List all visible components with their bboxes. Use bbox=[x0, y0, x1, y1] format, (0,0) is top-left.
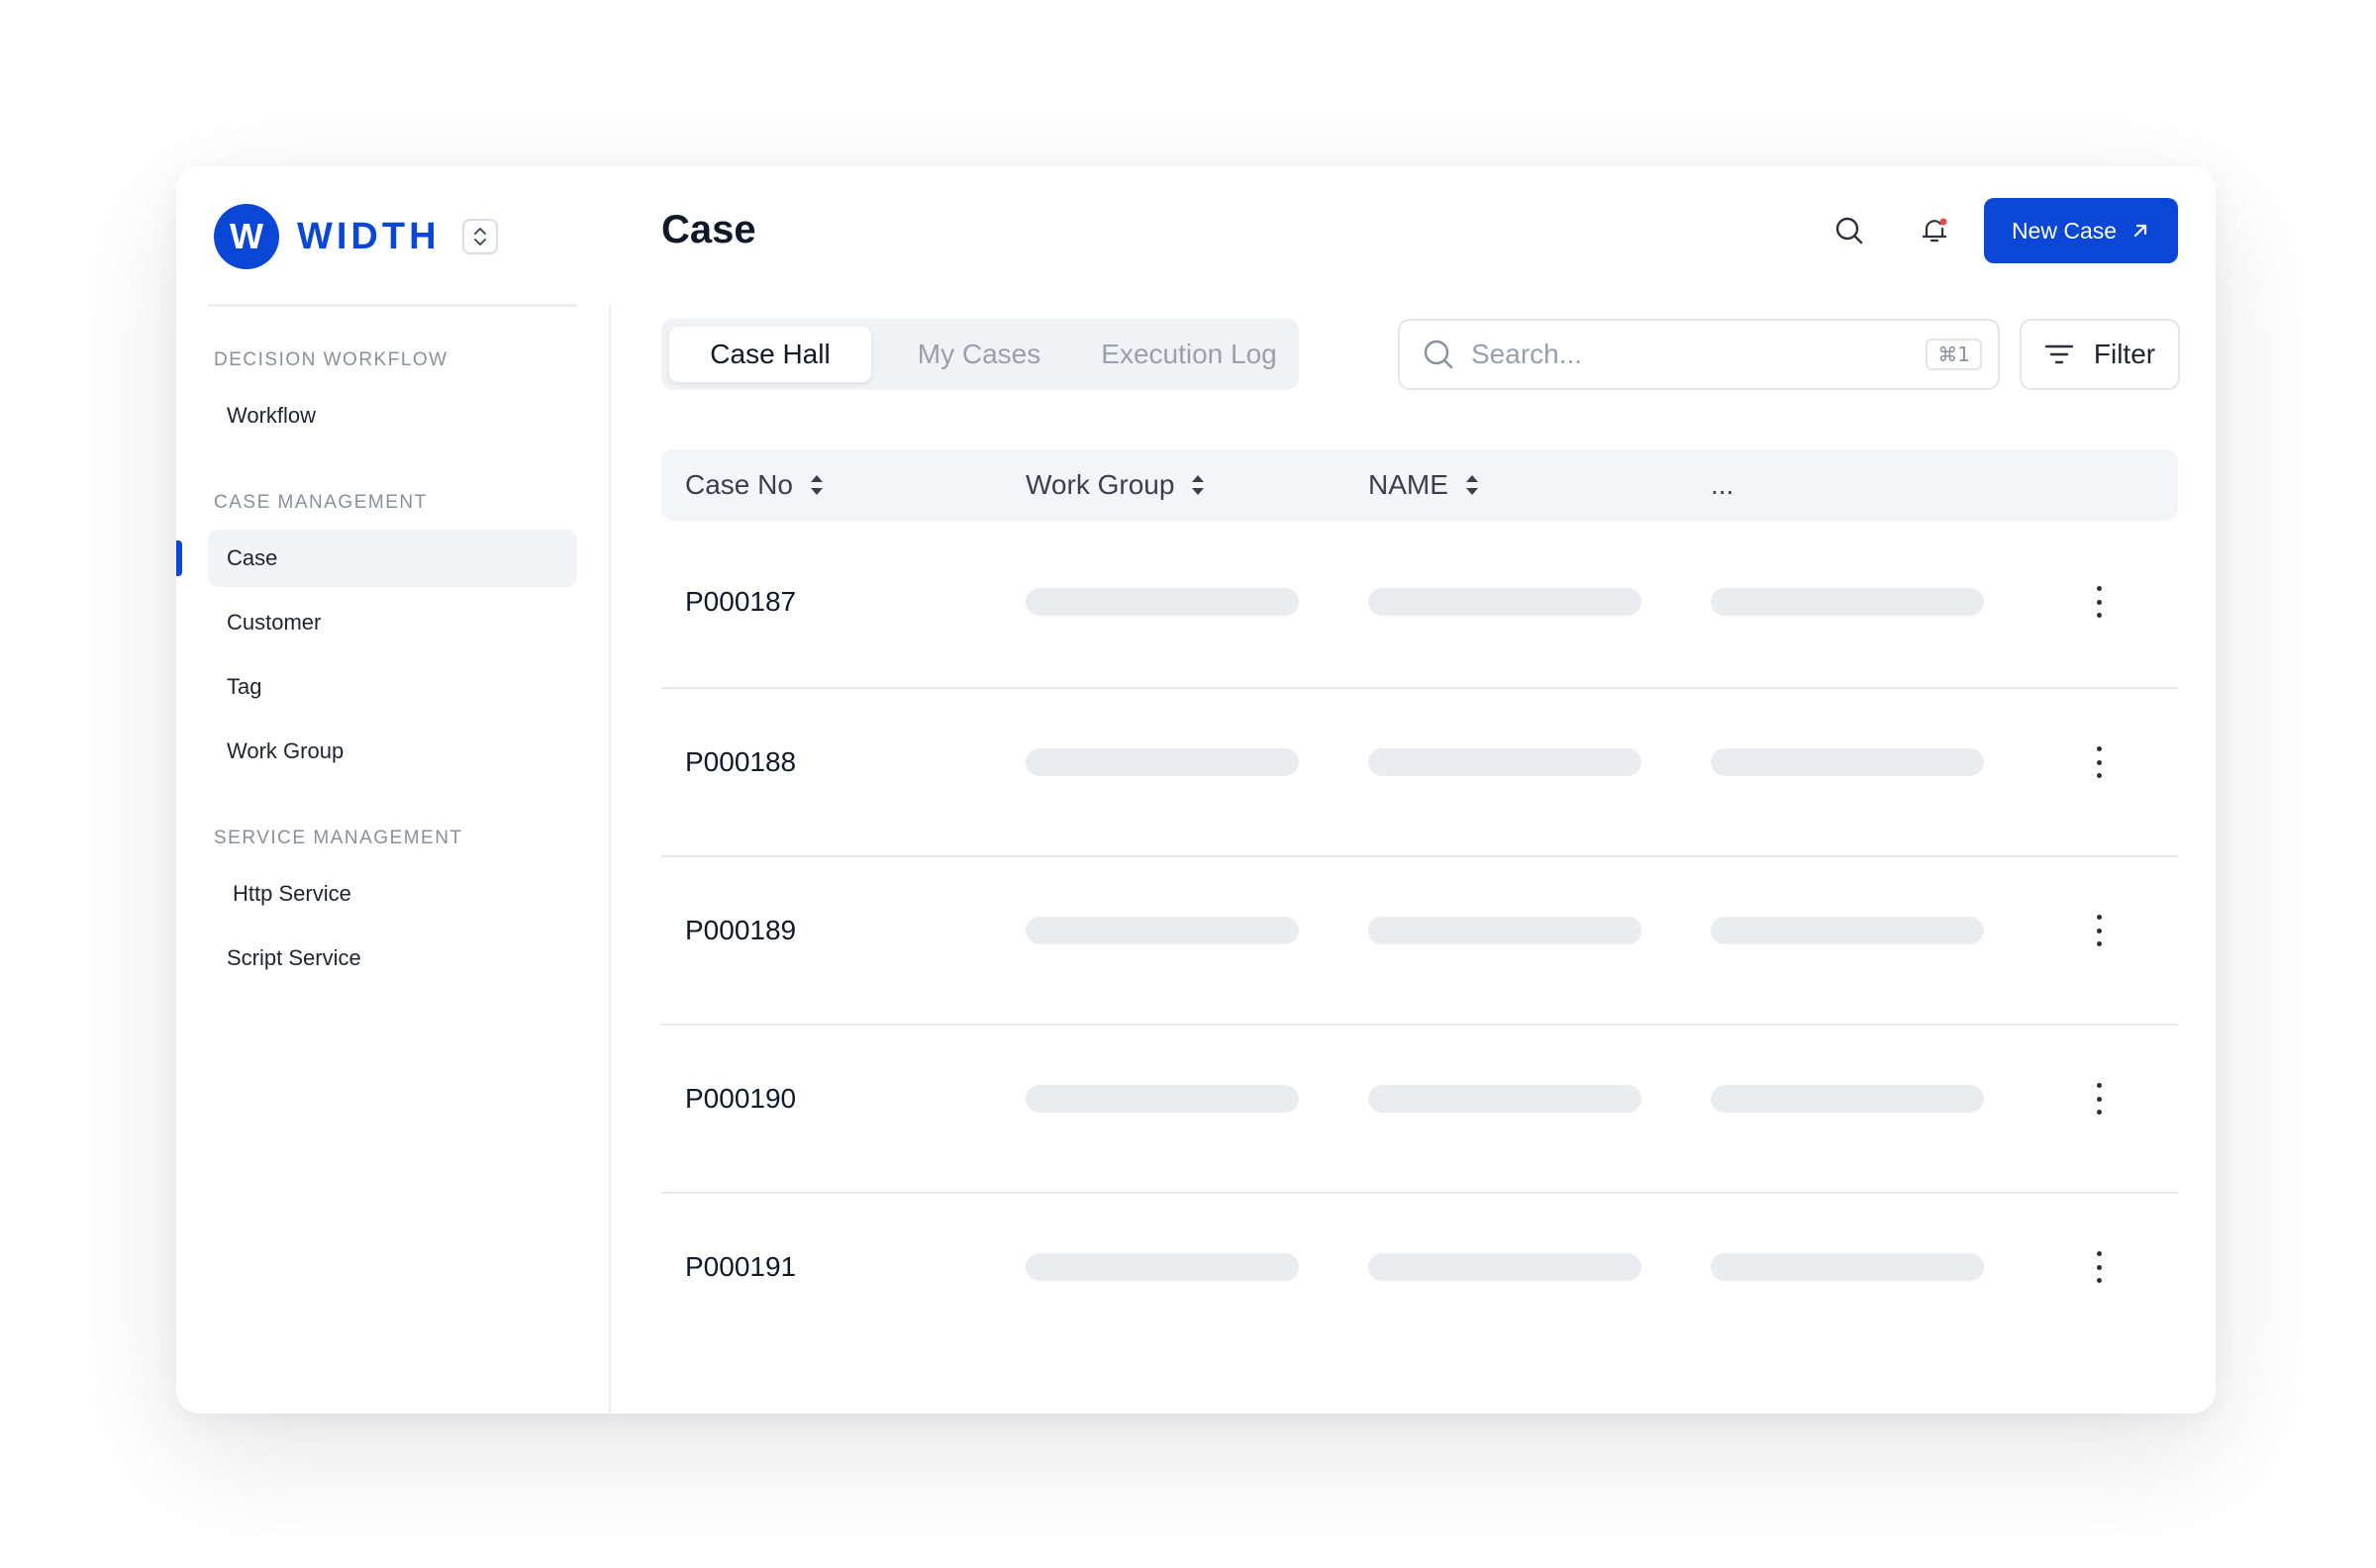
sidebar-item-script-service[interactable]: Script Service bbox=[208, 930, 577, 987]
sidebar-item-work-group[interactable]: Work Group bbox=[208, 723, 577, 780]
column-header-name[interactable]: NAME bbox=[1368, 449, 1480, 521]
page-title: Case bbox=[661, 208, 756, 251]
sidebar-border bbox=[609, 305, 611, 1414]
extra-placeholder bbox=[1711, 1253, 1984, 1281]
search-input[interactable] bbox=[1471, 339, 1927, 370]
notification-dot bbox=[1939, 218, 1947, 226]
sidebar-item-customer[interactable]: Customer bbox=[208, 594, 577, 651]
view-tabs: Case Hall My Cases Execution Log bbox=[661, 319, 1299, 390]
search-box: ⌘1 bbox=[1398, 319, 2000, 390]
name-placeholder bbox=[1368, 1253, 1641, 1281]
arrow-up-right-icon bbox=[2133, 224, 2147, 238]
tab-case-hall[interactable]: Case Hall bbox=[669, 327, 871, 382]
work-group-placeholder bbox=[1026, 1253, 1299, 1281]
column-label: ... bbox=[1711, 469, 1734, 500]
row-actions-menu-icon[interactable] bbox=[2087, 742, 2111, 782]
table-row[interactable]: P000191 bbox=[661, 1194, 2178, 1362]
row-actions-menu-icon[interactable] bbox=[2087, 1079, 2111, 1119]
section-title-decision-workflow: DECISION WORKFLOW bbox=[214, 349, 448, 370]
search-icon bbox=[1835, 217, 1863, 245]
search-shortcut-badge: ⌘1 bbox=[1926, 339, 1982, 370]
extra-placeholder bbox=[1711, 588, 1984, 616]
notifications-button[interactable] bbox=[1911, 207, 1958, 254]
header-search-button[interactable] bbox=[1826, 207, 1873, 254]
case-no-cell: P000189 bbox=[685, 915, 797, 945]
column-header-work-group[interactable]: Work Group bbox=[1026, 449, 1206, 521]
name-placeholder bbox=[1368, 1085, 1641, 1113]
extra-placeholder bbox=[1711, 1085, 1984, 1113]
section-title-service-management: SERVICE MANAGEMENT bbox=[214, 828, 463, 848]
column-header-more[interactable]: ... bbox=[1711, 449, 1733, 521]
name-placeholder bbox=[1368, 748, 1641, 776]
work-group-placeholder bbox=[1026, 748, 1299, 776]
work-group-placeholder bbox=[1026, 1085, 1299, 1113]
sidebar-item-tag[interactable]: Tag bbox=[208, 658, 577, 716]
table-row[interactable]: P000188 bbox=[661, 689, 2178, 857]
case-no-cell: P000188 bbox=[685, 746, 797, 777]
extra-placeholder bbox=[1711, 917, 1984, 944]
workspace-switch-button[interactable] bbox=[461, 219, 498, 254]
sidebar-item-case[interactable]: Case bbox=[208, 530, 577, 587]
table-row[interactable]: P000189 bbox=[661, 857, 2178, 1026]
name-placeholder bbox=[1368, 588, 1641, 616]
bell-icon bbox=[1922, 218, 1947, 243]
column-label: Work Group bbox=[1026, 469, 1175, 500]
name-placeholder bbox=[1368, 917, 1641, 944]
logo-mark: W bbox=[214, 204, 279, 269]
tab-my-cases[interactable]: My Cases bbox=[871, 327, 1087, 382]
app-window: W WIDTH DECISION WORKFLOW Workflow CASE … bbox=[176, 166, 2216, 1414]
brand-logo[interactable]: W WIDTH bbox=[214, 204, 498, 269]
table-row[interactable]: P000187 bbox=[661, 521, 2178, 689]
sidebar: W WIDTH DECISION WORKFLOW Workflow CASE … bbox=[176, 166, 610, 1414]
work-group-placeholder bbox=[1026, 917, 1299, 944]
work-group-placeholder bbox=[1026, 588, 1299, 616]
search-icon bbox=[1424, 340, 1453, 369]
active-indicator bbox=[176, 540, 182, 576]
row-actions-menu-icon[interactable] bbox=[2087, 582, 2111, 622]
table-row[interactable]: P000190 bbox=[661, 1026, 2178, 1194]
filter-label: Filter bbox=[2093, 339, 2156, 369]
chevron-up-down-icon bbox=[473, 228, 486, 245]
extra-placeholder bbox=[1711, 748, 1984, 776]
case-no-cell: P000187 bbox=[685, 586, 797, 617]
case-no-cell: P000190 bbox=[685, 1083, 797, 1114]
column-label: Case No bbox=[685, 469, 793, 500]
sort-icon bbox=[1192, 475, 1205, 495]
new-case-label: New Case bbox=[2011, 217, 2118, 244]
tab-execution-log[interactable]: Execution Log bbox=[1087, 327, 1291, 382]
row-actions-menu-icon[interactable] bbox=[2087, 911, 2111, 950]
filter-icon bbox=[2044, 344, 2074, 364]
sidebar-divider bbox=[208, 304, 577, 307]
sort-icon bbox=[810, 475, 823, 495]
column-label: NAME bbox=[1368, 469, 1448, 500]
new-case-button[interactable]: New Case bbox=[1984, 198, 2178, 263]
section-title-case-management: CASE MANAGEMENT bbox=[214, 492, 428, 513]
filter-button[interactable]: Filter bbox=[2020, 319, 2180, 390]
sort-icon bbox=[1465, 475, 1478, 495]
sidebar-item-http-service[interactable]: Http Service bbox=[208, 865, 577, 923]
sidebar-item-workflow[interactable]: Workflow bbox=[208, 387, 577, 444]
column-header-case-no[interactable]: Case No bbox=[685, 449, 825, 521]
brand-name: WIDTH bbox=[297, 215, 441, 257]
case-no-cell: P000191 bbox=[685, 1251, 797, 1282]
row-actions-menu-icon[interactable] bbox=[2087, 1247, 2111, 1287]
table-header: Case No Work Group NAME ... bbox=[661, 449, 2178, 521]
